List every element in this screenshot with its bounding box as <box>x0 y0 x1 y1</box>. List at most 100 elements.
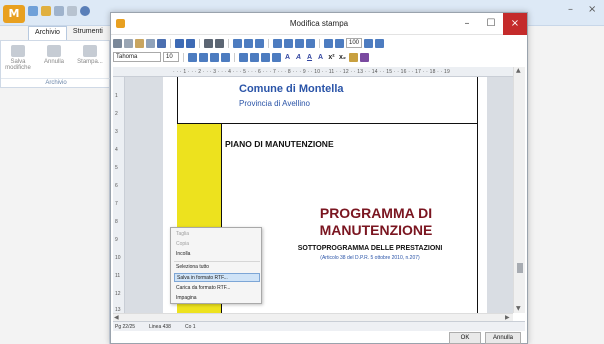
ruler-tick: 12 <box>115 291 121 297</box>
align-right-icon[interactable] <box>210 52 219 62</box>
menu-item-paste[interactable]: Incolla <box>174 250 260 259</box>
columns-icon[interactable] <box>273 38 282 48</box>
horizontal-ruler[interactable]: · · · 1 · · · 2 · · · 3 · · · 4 · · · 5 … <box>113 67 513 77</box>
outdent-icon[interactable] <box>272 52 281 62</box>
italic-button[interactable]: A <box>294 54 303 61</box>
ribbon-tabs: Archivio Strumenti <box>28 26 109 40</box>
subscript-button[interactable]: x₂ <box>338 54 347 61</box>
articolo-text: (Articolo 38 del D.P.R. 5 ottobre 2010, … <box>320 255 420 261</box>
frame-icon[interactable] <box>284 38 293 48</box>
context-menu: Taglia Copia Incolla Seleziona tutto Sal… <box>170 227 262 304</box>
status-line: Linea 438 <box>149 324 171 330</box>
print-icon[interactable] <box>67 6 77 16</box>
cut-icon[interactable] <box>113 38 122 48</box>
paragraph-icon[interactable] <box>324 38 333 48</box>
ruler-icon[interactable] <box>335 38 344 48</box>
save-icon[interactable] <box>54 6 64 16</box>
help-icon[interactable] <box>80 6 90 16</box>
vertical-scrollbar[interactable]: ▲ ▼ <box>513 67 525 313</box>
menu-item-paginate[interactable]: Impagina <box>174 294 260 303</box>
ruler-tick: 11 <box>115 273 121 279</box>
tab-archivio[interactable]: Archivio <box>28 26 67 40</box>
justify-icon[interactable] <box>221 52 230 62</box>
align-center-icon[interactable] <box>199 52 208 62</box>
status-bar: Pg 22/25 Linea 438 Co 1 <box>113 321 525 331</box>
scroll-down-icon[interactable]: ▼ <box>516 305 521 312</box>
save-changes-button[interactable]: Salva modifiche <box>3 45 33 71</box>
ruler-tick: 6 <box>115 183 118 189</box>
vertical-ruler[interactable]: 1 2 3 4 5 6 7 8 9 10 11 12 13 <box>113 77 125 313</box>
bold-button[interactable]: A <box>283 54 292 61</box>
horizontal-scrollbar[interactable]: ◀ ▶ <box>113 313 513 321</box>
style-icon[interactable] <box>360 52 369 62</box>
menu-item-select-all[interactable]: Seleziona tutto <box>174 263 260 272</box>
app-minimize-button[interactable]: – <box>568 4 573 15</box>
right-panel <box>528 26 604 344</box>
highlight-icon[interactable] <box>349 52 358 62</box>
indent-icon[interactable] <box>261 52 270 62</box>
numbering-icon[interactable] <box>250 52 259 62</box>
ruler-tick: 9 <box>115 237 118 243</box>
paste-special-icon[interactable] <box>146 38 155 48</box>
zoom-input[interactable]: 100 <box>346 38 362 48</box>
redo-icon[interactable] <box>186 38 195 48</box>
scroll-thumb[interactable] <box>517 263 523 273</box>
underline-button[interactable]: A <box>305 54 314 61</box>
programma-line1: PROGRAMMA DI <box>319 205 433 221</box>
image-icon[interactable] <box>244 38 253 48</box>
app-logo[interactable]: M <box>3 5 25 23</box>
save-icon <box>11 45 25 57</box>
search-icon[interactable] <box>215 38 224 48</box>
ok-button[interactable]: OK <box>449 332 481 344</box>
toolbar-separator <box>234 52 235 62</box>
bullets-icon[interactable] <box>239 52 248 62</box>
ruler-tick: 10 <box>115 255 121 261</box>
dialog-maximize-button[interactable]: ☐ <box>479 13 503 35</box>
dialog-minimize-button[interactable]: – <box>455 13 479 35</box>
copy-icon[interactable] <box>124 38 133 48</box>
chart-icon[interactable] <box>255 38 264 48</box>
piano-title: PIANO DI MANUTENZIONE <box>225 139 334 149</box>
zoom-dropdown-icon[interactable] <box>364 38 373 48</box>
app-close-button[interactable]: × <box>588 4 596 15</box>
scroll-right-icon[interactable]: ▶ <box>505 314 510 321</box>
undo-icon[interactable] <box>175 38 184 48</box>
scroll-up-icon[interactable]: ▲ <box>516 67 521 74</box>
toolbar-separator <box>199 38 200 48</box>
open-icon[interactable] <box>41 6 51 16</box>
page-icon[interactable] <box>295 38 304 48</box>
ruler-tick: 8 <box>115 219 118 225</box>
view-icon[interactable] <box>375 38 384 48</box>
format-toolbar: Tahoma 10 A A A A x² x₂ <box>113 51 523 63</box>
undo-button[interactable]: Annulla <box>39 45 69 65</box>
paste-icon[interactable] <box>135 38 144 48</box>
font-name-select[interactable]: Tahoma <box>113 52 161 62</box>
spellcheck-icon[interactable] <box>157 38 166 48</box>
status-col: Co 1 <box>185 324 196 330</box>
menu-item-load-rtf[interactable]: Carica da formato RTF... <box>174 284 260 293</box>
table-icon[interactable] <box>233 38 242 48</box>
clock-icon[interactable] <box>306 38 315 48</box>
programma-line2: MANUTENZIONE <box>319 222 433 238</box>
print-button[interactable]: Stampa... <box>75 45 105 65</box>
font-size-select[interactable]: 10 <box>163 52 179 62</box>
menu-item-cut[interactable]: Taglia <box>174 230 260 239</box>
ruler-tick: 2 <box>115 111 118 117</box>
print-label: Stampa... <box>77 59 103 65</box>
align-left-icon[interactable] <box>188 52 197 62</box>
scroll-left-icon[interactable]: ◀ <box>114 314 119 321</box>
font-color-button[interactable]: A <box>316 54 325 61</box>
cancel-button[interactable]: Annulla <box>485 332 521 344</box>
left-panel <box>0 88 110 344</box>
menu-item-save-rtf[interactable]: Salva in formato RTF... <box>174 273 260 282</box>
toolbar-separator <box>170 38 171 48</box>
menu-item-copy[interactable]: Copia <box>174 240 260 249</box>
find-icon[interactable] <box>204 38 213 48</box>
ruler-tick: 1 <box>115 93 118 99</box>
dialog-buttons: OK Annulla <box>111 331 529 344</box>
new-icon[interactable] <box>28 6 38 16</box>
sottoprogramma-text: SOTTOPROGRAMMA DELLE PRESTAZIONI <box>297 245 443 252</box>
tab-strumenti[interactable]: Strumenti <box>67 26 109 40</box>
dialog-close-button[interactable]: × <box>503 13 527 35</box>
superscript-button[interactable]: x² <box>327 54 336 61</box>
